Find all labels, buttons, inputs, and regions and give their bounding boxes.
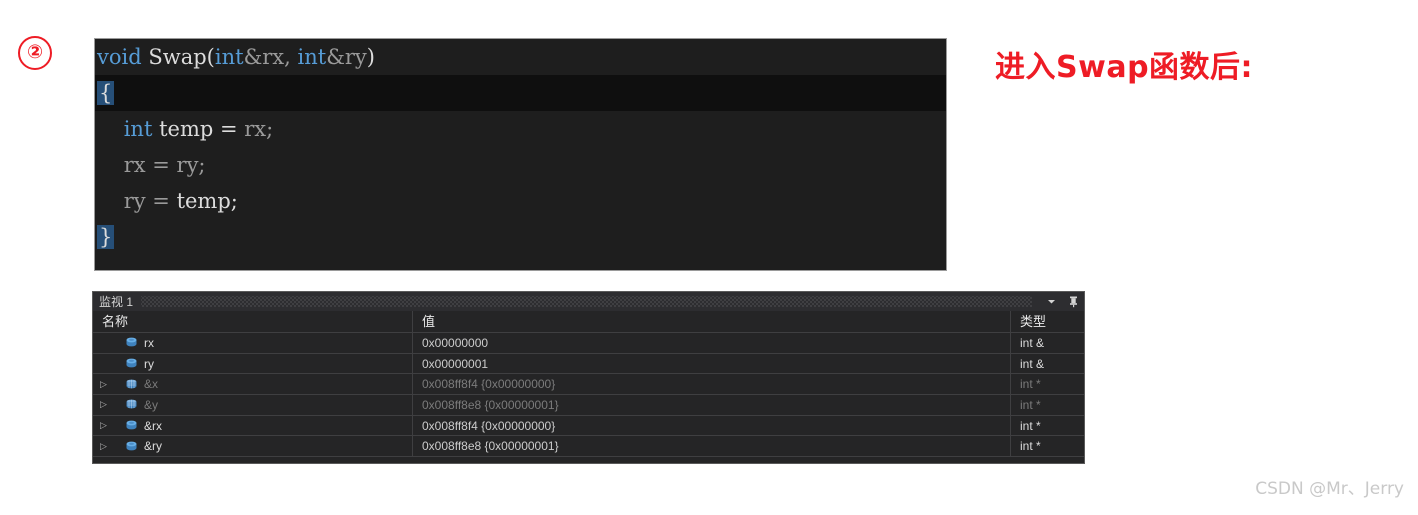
watch-row[interactable]: ▷ &x 0x008ff8f4 {0x00000000} int * bbox=[93, 374, 1084, 396]
pin-icon[interactable] bbox=[1062, 292, 1084, 311]
column-header-name[interactable]: 名称 bbox=[93, 311, 413, 332]
expand-triangle-icon[interactable]: ▷ bbox=[97, 421, 110, 430]
watch-type-text: int & bbox=[1020, 356, 1045, 371]
watch-type-text: int * bbox=[1020, 439, 1041, 454]
watch-cell-type: int * bbox=[1011, 416, 1084, 436]
code-line: void Swap(int&rx, int&ry) bbox=[95, 39, 946, 75]
watch-cell-value[interactable]: 0x008ff8e8 {0x00000001} bbox=[413, 395, 1011, 415]
watch-type-text: int * bbox=[1020, 397, 1041, 412]
watch-cell-value[interactable]: 0x008ff8f4 {0x00000000} bbox=[413, 415, 1011, 436]
code-token: int bbox=[297, 45, 327, 69]
variable-icon bbox=[124, 336, 139, 349]
watch-cell-name[interactable]: ▷ &x bbox=[93, 374, 413, 395]
watch-type-text: int * bbox=[1020, 377, 1041, 392]
watch-row[interactable]: ▷rx0x00000000 int & bbox=[93, 333, 1084, 354]
watch-variable-name: &ry bbox=[144, 439, 162, 454]
chevron-down-icon[interactable] bbox=[1040, 292, 1062, 311]
step-number-badge: ② bbox=[18, 36, 52, 70]
watch-cell-value[interactable]: 0x008ff8f4 {0x00000000} bbox=[413, 374, 1011, 395]
code-line: int temp = rx; bbox=[95, 111, 946, 147]
code-token: int bbox=[123, 117, 153, 141]
code-token: ry bbox=[123, 189, 146, 213]
watch-window: 监视 1 名称 值 类型 ▷rx0x00000000int &▷ry0x0000… bbox=[92, 291, 1085, 464]
watch-cell-name[interactable]: ▷ &rx bbox=[93, 415, 413, 436]
code-token: void bbox=[97, 45, 149, 69]
expand-triangle-icon[interactable]: ▷ bbox=[97, 379, 110, 389]
annotation-heading: 进入Swap函数后: bbox=[995, 50, 1254, 85]
watch-window-title: 监视 1 bbox=[99, 295, 134, 309]
watch-row[interactable]: ▷ &ry 0x008ff8e8 {0x00000001} int * bbox=[93, 436, 1084, 458]
watch-table-body: ▷rx0x00000000int &▷ry0x00000001int &▷&x0… bbox=[93, 333, 1084, 458]
variable-grid-icon bbox=[124, 378, 139, 391]
code-token: { bbox=[97, 81, 115, 105]
watch-variable-name: &rx bbox=[144, 418, 162, 433]
code-token: ) bbox=[366, 45, 375, 69]
code-token: &ry bbox=[326, 45, 367, 69]
watch-cell-value[interactable]: 0x008ff8e8 {0x00000001} bbox=[413, 436, 1011, 457]
code-lines-container: void Swap(int&rx, int&ry){ int temp = rx… bbox=[95, 39, 946, 255]
watch-cell-name[interactable]: ▷ &y bbox=[93, 395, 413, 415]
code-token: rx; bbox=[244, 117, 274, 141]
code-token: temp bbox=[159, 117, 214, 141]
watch-cell-name[interactable]: ▷ &ry bbox=[93, 436, 413, 457]
watch-table-header: 名称 值 类型 bbox=[93, 311, 1084, 333]
code-token: temp; bbox=[176, 189, 238, 213]
code-token: ( bbox=[206, 45, 215, 69]
code-token: int bbox=[214, 45, 244, 69]
watch-cell-value[interactable]: 0x00000001 bbox=[413, 353, 1011, 374]
watch-variable-name: rx bbox=[144, 335, 154, 350]
code-editor-panel: void Swap(int&rx, int&ry){ int temp = rx… bbox=[94, 38, 947, 271]
drag-handle[interactable] bbox=[141, 296, 1032, 307]
watch-cell-name[interactable]: ▷rx bbox=[93, 333, 413, 353]
watch-variable-name: &x bbox=[144, 377, 159, 392]
watch-cell-type: int & bbox=[1011, 354, 1084, 374]
variable-grid-icon bbox=[124, 398, 139, 411]
watch-row[interactable]: ▷ry0x00000001 int & bbox=[93, 353, 1084, 375]
code-token: &rx, bbox=[243, 45, 298, 69]
watch-row[interactable]: ▷ &rx 0x008ff8f4 {0x00000000} int * bbox=[93, 415, 1084, 437]
expand-triangle-icon[interactable]: ▷ bbox=[97, 400, 110, 409]
watch-cell-name[interactable]: ▷ry bbox=[93, 353, 413, 374]
watch-variable-name: &y bbox=[144, 397, 159, 412]
variable-icon bbox=[124, 357, 139, 370]
watch-variable-name: ry bbox=[144, 356, 154, 371]
watch-row[interactable]: ▷ &y 0x008ff8e8 {0x00000001} int * bbox=[93, 395, 1084, 416]
code-line: rx = ry; bbox=[95, 147, 946, 183]
watch-cell-type: int * bbox=[1011, 436, 1084, 456]
code-line: ry = temp; bbox=[95, 183, 946, 219]
code-token: } bbox=[97, 225, 115, 249]
watch-type-text: int & bbox=[1020, 335, 1045, 350]
column-header-type[interactable]: 类型 bbox=[1011, 311, 1084, 332]
watch-cell-value[interactable]: 0x00000000 bbox=[413, 333, 1011, 353]
code-token: = bbox=[213, 117, 245, 141]
code-token: = bbox=[145, 189, 177, 213]
code-line: } bbox=[95, 219, 946, 255]
code-token: Swap bbox=[148, 45, 207, 69]
watch-cell-type: int & bbox=[1011, 333, 1084, 353]
column-header-value[interactable]: 值 bbox=[413, 311, 1011, 332]
watch-cell-type: int * bbox=[1011, 374, 1084, 394]
code-line: { bbox=[95, 75, 946, 111]
watch-window-titlebar: 监视 1 bbox=[93, 292, 1084, 311]
code-token: rx = ry; bbox=[123, 153, 206, 177]
expand-triangle-icon[interactable]: ▷ bbox=[97, 441, 110, 451]
variable-icon bbox=[124, 419, 139, 432]
watermark-text: CSDN @Mr、Jerry bbox=[1255, 479, 1404, 499]
watch-type-text: int * bbox=[1020, 418, 1041, 433]
watch-cell-type: int * bbox=[1011, 395, 1084, 415]
variable-icon bbox=[124, 440, 139, 453]
